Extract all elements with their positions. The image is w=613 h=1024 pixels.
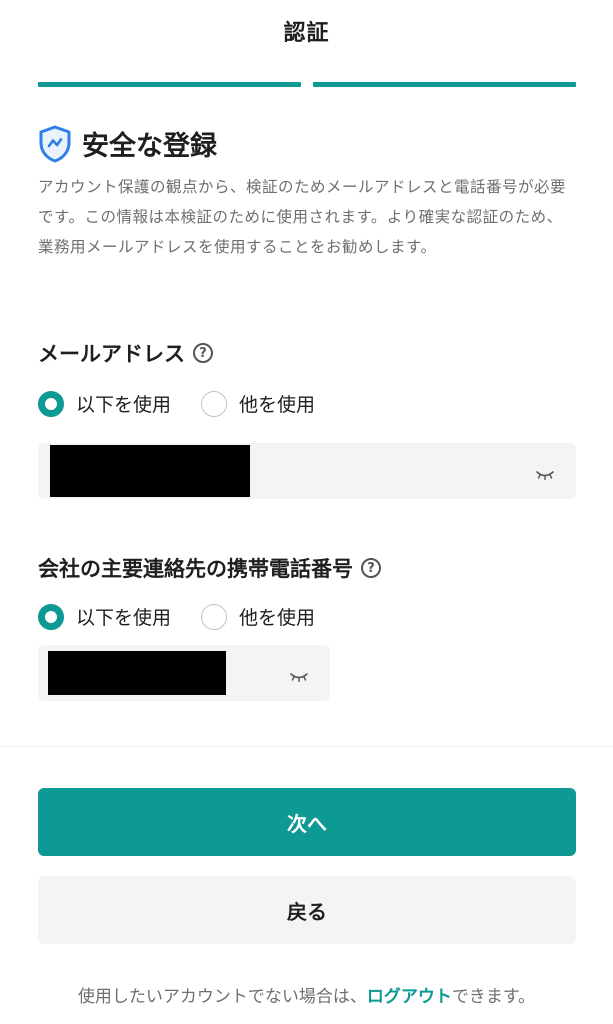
radio-unchecked-icon[interactable] [201, 390, 228, 417]
email-value-redacted [50, 445, 250, 497]
radio-checked-icon[interactable] [38, 390, 64, 417]
radio-unchecked-icon[interactable] [201, 603, 228, 630]
email-label: メールアドレス [38, 342, 185, 366]
section-title: 安全な登録 [82, 131, 217, 162]
next-button[interactable]: 次へ [38, 788, 576, 856]
progress-step-1 [38, 82, 301, 87]
email-label-row: メールアドレス ? [38, 338, 213, 368]
email-field[interactable] [38, 443, 576, 499]
phone-help-icon[interactable]: ? [361, 558, 381, 578]
eye-closed-icon[interactable] [536, 465, 554, 481]
page-title: 認証 [283, 21, 330, 46]
back-button[interactable]: 戻る [38, 876, 576, 944]
phone-value-redacted [48, 651, 226, 695]
eye-closed-icon[interactable] [290, 667, 308, 683]
email-radio-group: 以下を使用 他を使用 [38, 390, 345, 417]
radio-checked-icon[interactable] [38, 603, 64, 630]
logout-link[interactable]: ログアウト [367, 987, 452, 1007]
phone-option-use-below-label: 以下を使用 [76, 607, 172, 629]
progress-step-2 [313, 82, 576, 87]
email-help-icon[interactable]: ? [193, 343, 213, 363]
phone-option-use-other-label: 他を使用 [239, 607, 316, 629]
phone-label-row: 会社の主要連絡先の携帯電話番号 ? [38, 553, 381, 583]
email-option-use-other-label: 他を使用 [239, 394, 316, 416]
phone-label: 会社の主要連絡先の携帯電話番号 [38, 557, 353, 581]
header: 認証 [0, 0, 613, 62]
section-description: アカウント保護の観点から、検証のためメールアドレスと電話番号が必要です。この情報… [38, 178, 567, 256]
footer-text-before: 使用したいアカウントでない場合は、 [77, 987, 367, 1007]
footer-logout-note: 使用したいアカウントでない場合は、ログアウトできます。 [0, 982, 613, 1007]
email-option-use-below[interactable]: 以下を使用 [38, 390, 171, 417]
email-option-use-other[interactable]: 他を使用 [201, 390, 315, 417]
footer-text-after: できます。 [451, 987, 536, 1007]
phone-option-use-below[interactable]: 以下を使用 [38, 603, 171, 630]
email-option-use-below-label: 以下を使用 [76, 394, 172, 416]
phone-field[interactable] [38, 645, 330, 701]
section-header: 安全な登録 [38, 124, 217, 163]
phone-radio-group: 以下を使用 他を使用 [38, 603, 345, 630]
divider [0, 746, 613, 747]
shield-icon [38, 125, 72, 163]
step-progress [38, 82, 576, 87]
phone-option-use-other[interactable]: 他を使用 [201, 603, 315, 630]
